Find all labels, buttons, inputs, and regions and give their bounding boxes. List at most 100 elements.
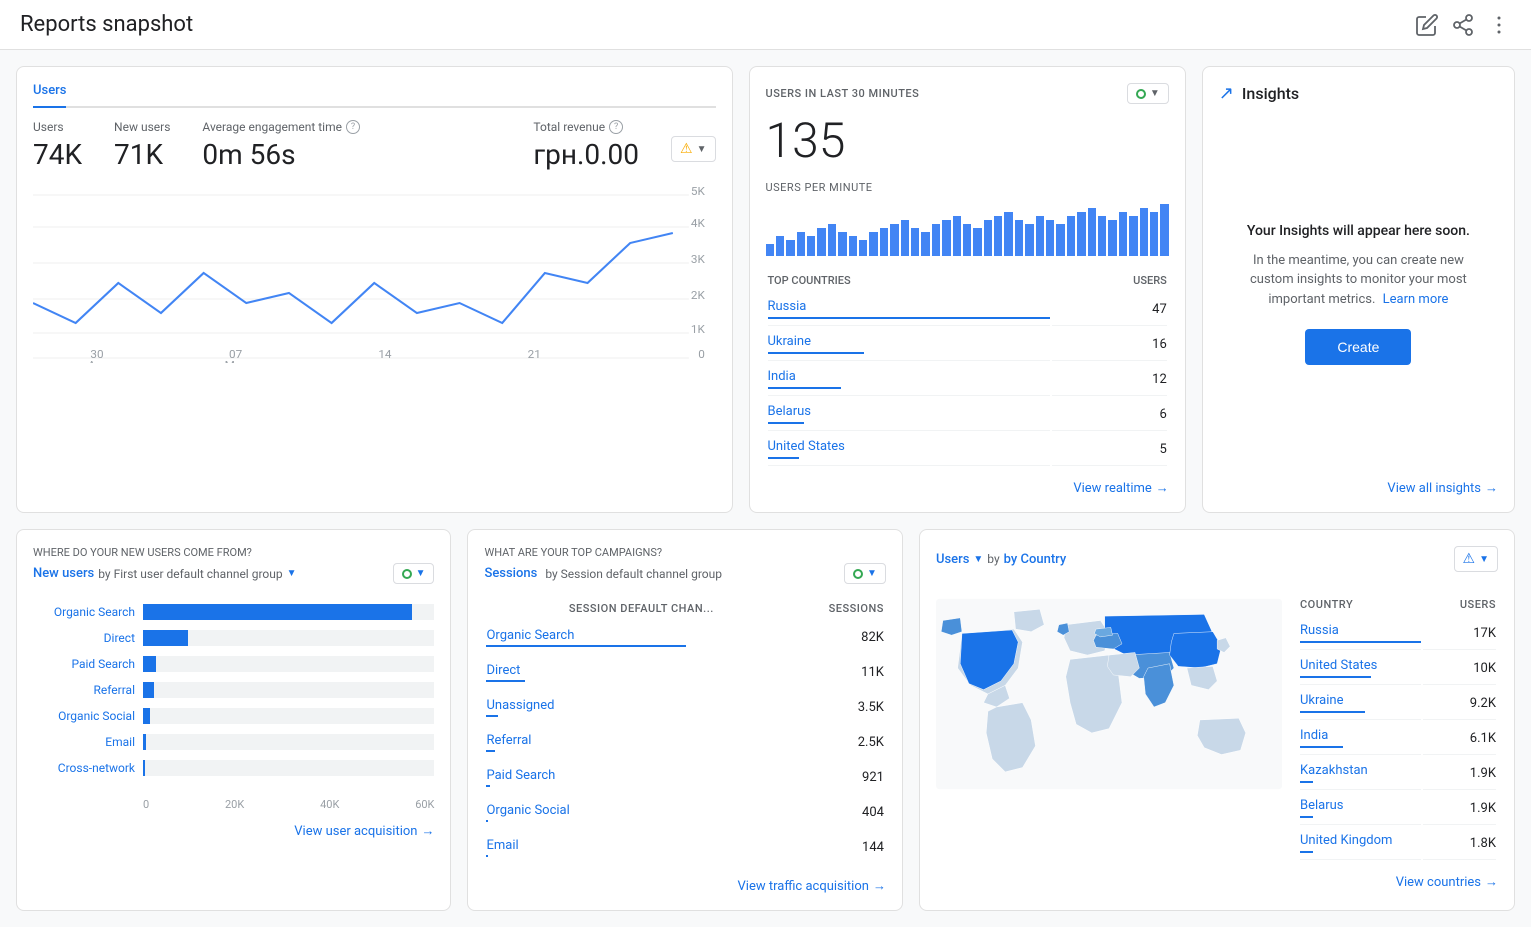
realtime-status-btn[interactable]: ▼ xyxy=(1127,83,1169,104)
top-row: Users Users 74K New users 71K xyxy=(16,66,1515,513)
bottom-row: WHERE DO YOUR NEW USERS COME FROM? New u… xyxy=(16,529,1515,911)
metric-revenue-value: грн.0.00 xyxy=(533,138,639,171)
country-link[interactable]: United States xyxy=(768,439,845,454)
table-row: India 12 xyxy=(768,363,1167,396)
bar-label-link[interactable]: Paid Search xyxy=(71,657,135,671)
bar-label-link[interactable]: Organic Search xyxy=(54,605,135,619)
table-row: Direct 11K xyxy=(486,656,883,689)
world-map-container xyxy=(936,584,1282,862)
more-icon[interactable] xyxy=(1487,13,1511,37)
countries-dropdown-icon[interactable]: ▼ xyxy=(973,554,983,565)
world-country-link[interactable]: Ukraine xyxy=(1300,693,1343,708)
world-country-link[interactable]: Kazakhstan xyxy=(1300,763,1368,778)
session-link[interactable]: Direct xyxy=(486,663,520,678)
session-link[interactable]: Organic Search xyxy=(486,628,574,643)
acquisition-status-btn[interactable]: ▼ xyxy=(393,563,435,584)
edit-icon[interactable] xyxy=(1415,13,1439,37)
country-link[interactable]: Ukraine xyxy=(768,334,811,349)
countries-footer: View countries → xyxy=(936,874,1498,890)
world-country-bar xyxy=(1300,781,1313,783)
world-country-link[interactable]: Belarus xyxy=(1300,798,1344,813)
view-acquisition-link[interactable]: View user acquisition xyxy=(294,824,417,839)
table-row: Unassigned 3.5K xyxy=(486,691,883,724)
bar-label-link[interactable]: Email xyxy=(105,735,135,749)
svg-text:0: 0 xyxy=(698,347,705,361)
session-link[interactable]: Paid Search xyxy=(486,768,555,783)
country-link[interactable]: by Country xyxy=(1004,552,1067,567)
mini-bar-item xyxy=(1098,216,1106,256)
sessions-bar xyxy=(486,785,489,787)
bar-label-link[interactable]: Referral xyxy=(94,683,136,697)
camp-dropdown-arrow: ▼ xyxy=(867,568,877,579)
view-realtime-link[interactable]: View realtime xyxy=(1073,481,1151,496)
col-users: USERS xyxy=(1052,270,1167,291)
session-link[interactable]: Unassigned xyxy=(486,698,554,713)
realtime-card: USERS IN LAST 30 MINUTES ▼ 135 USERS PER… xyxy=(749,66,1186,513)
list-item: Paid Search xyxy=(33,656,434,672)
engagement-info-icon[interactable]: ? xyxy=(346,120,360,134)
world-country-link[interactable]: United States xyxy=(1300,658,1377,673)
countries-status-btn[interactable]: ⚠ ▼ xyxy=(1454,546,1498,572)
status-dot-icon xyxy=(1136,89,1146,99)
mini-bar-item xyxy=(849,236,857,256)
table-row: Russia 17K xyxy=(1300,617,1496,650)
insights-learn-more-link[interactable]: Learn more xyxy=(1383,292,1449,307)
session-link[interactable]: Email xyxy=(486,838,518,853)
view-countries-link[interactable]: View countries xyxy=(1396,875,1481,890)
country-link[interactable]: India xyxy=(768,369,796,384)
world-country-link[interactable]: India xyxy=(1300,728,1328,743)
view-traffic-link[interactable]: View traffic acquisition xyxy=(738,879,869,894)
world-country-value: 10K xyxy=(1423,652,1496,685)
countries-users-link[interactable]: Users xyxy=(936,552,969,567)
sessions-bar xyxy=(486,715,498,717)
acquisition-title-link[interactable]: New users xyxy=(33,566,94,581)
sessions-col1: SESSION DEFAULT CHAN... xyxy=(486,598,796,619)
campaigns-card: WHAT ARE YOUR TOP CAMPAIGNS? Sessions by… xyxy=(467,529,902,911)
table-row: Ukraine 9.2K xyxy=(1300,687,1496,720)
bar-label-link[interactable]: Cross-network xyxy=(58,761,135,775)
mini-bar-chart xyxy=(766,200,1169,260)
sessions-bar xyxy=(486,750,495,752)
mini-bar-item xyxy=(994,216,1002,256)
list-item: Organic Social xyxy=(33,708,434,724)
session-link[interactable]: Referral xyxy=(486,733,531,748)
tab-users[interactable]: Users xyxy=(33,83,66,108)
insights-body: Your Insights will appear here soon. In … xyxy=(1219,120,1498,468)
country-link[interactable]: Belarus xyxy=(768,404,812,419)
session-link[interactable]: Organic Social xyxy=(486,803,569,818)
camp-status-dot xyxy=(853,569,863,579)
bar-label-link[interactable]: Direct xyxy=(104,631,135,645)
acquisition-dropdown-icon[interactable]: ▼ xyxy=(287,568,297,579)
bar-fill xyxy=(143,682,154,698)
axis-label: 60K xyxy=(415,798,434,811)
countries-card: Users ▼ by by Country ⚠ ▼ xyxy=(919,529,1515,911)
country-value: 16 xyxy=(1052,328,1167,361)
view-realtime-arrow: → xyxy=(1156,480,1169,496)
metric-revenue: Total revenue ? грн.0.00 xyxy=(533,120,639,171)
mini-bar-item xyxy=(838,232,846,256)
campaigns-status-btn[interactable]: ▼ xyxy=(844,563,886,584)
svg-text:21: 21 xyxy=(528,347,541,361)
revenue-info-icon[interactable]: ? xyxy=(609,120,623,134)
share-icon[interactable] xyxy=(1451,13,1475,37)
mini-bar-item xyxy=(901,220,909,256)
world-country-link[interactable]: Russia xyxy=(1300,623,1339,638)
country-link[interactable]: Russia xyxy=(768,299,807,314)
table-row: Email 144 xyxy=(486,831,883,864)
session-value: 404 xyxy=(798,796,884,829)
mini-bar-item xyxy=(797,232,805,256)
sessions-table: SESSION DEFAULT CHAN... SESSIONS Organic… xyxy=(484,596,885,866)
mini-bar-item xyxy=(1129,216,1137,256)
axis-label: 20K xyxy=(225,798,244,811)
acq-status-dot xyxy=(402,569,412,579)
bar-label-link[interactable]: Organic Social xyxy=(58,709,135,723)
campaigns-title-link[interactable]: Sessions xyxy=(484,566,537,581)
view-all-insights-link[interactable]: View all insights xyxy=(1387,481,1481,496)
world-country-link[interactable]: United Kingdom xyxy=(1300,833,1392,848)
bar-fill xyxy=(143,656,156,672)
create-insight-button[interactable]: Create xyxy=(1305,329,1411,365)
revenue-status-btn[interactable]: ⚠ ▼ xyxy=(671,136,715,162)
sessions-bar xyxy=(486,820,488,822)
header-actions xyxy=(1415,13,1511,37)
metric-engagement: Average engagement time ? 0m 56s xyxy=(202,120,360,171)
